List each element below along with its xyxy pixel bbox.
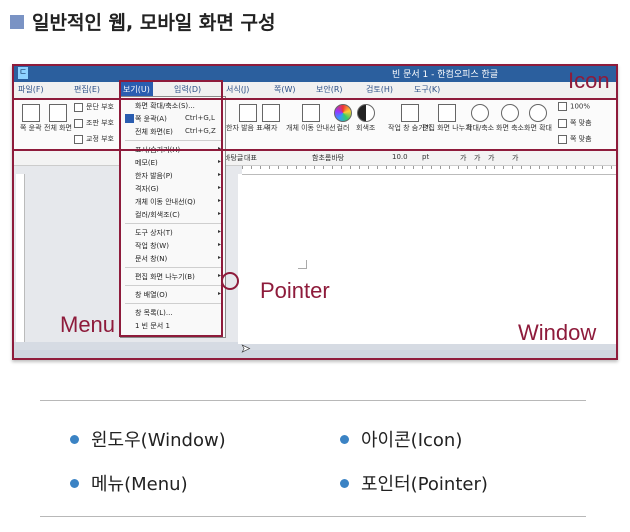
heading-square-icon bbox=[10, 14, 24, 29]
legend-label: 메뉴(Menu) bbox=[91, 474, 188, 495]
heading: 일반적인 웹, 모바일 화면 구성 bbox=[10, 8, 275, 35]
legend-pointer: 포인터(Pointer) bbox=[340, 470, 488, 496]
legend-window: 윈도우(Window) bbox=[70, 426, 226, 452]
legend-label: 포인터(Pointer) bbox=[361, 474, 488, 495]
window-highlight-box bbox=[12, 64, 618, 360]
legend-label: 아이콘(Icon) bbox=[361, 430, 463, 451]
pointer-annotation-label: Pointer bbox=[260, 278, 330, 303]
legend-top-rule bbox=[40, 400, 586, 401]
bullet-icon bbox=[340, 434, 349, 444]
heading-text: 일반적인 웹, 모바일 화면 구성 bbox=[32, 12, 276, 34]
legend-icon: 아이콘(Icon) bbox=[340, 426, 462, 452]
window-annotation-label: Window bbox=[518, 320, 597, 345]
bullet-icon bbox=[340, 478, 349, 488]
bullet-icon bbox=[70, 478, 79, 488]
pointer-highlight-circle bbox=[221, 272, 239, 290]
legend-menu: 메뉴(Menu) bbox=[70, 470, 188, 496]
legend-label: 윈도우(Window) bbox=[91, 430, 226, 451]
legend-bottom-rule bbox=[40, 516, 586, 517]
bullet-icon bbox=[70, 434, 79, 444]
